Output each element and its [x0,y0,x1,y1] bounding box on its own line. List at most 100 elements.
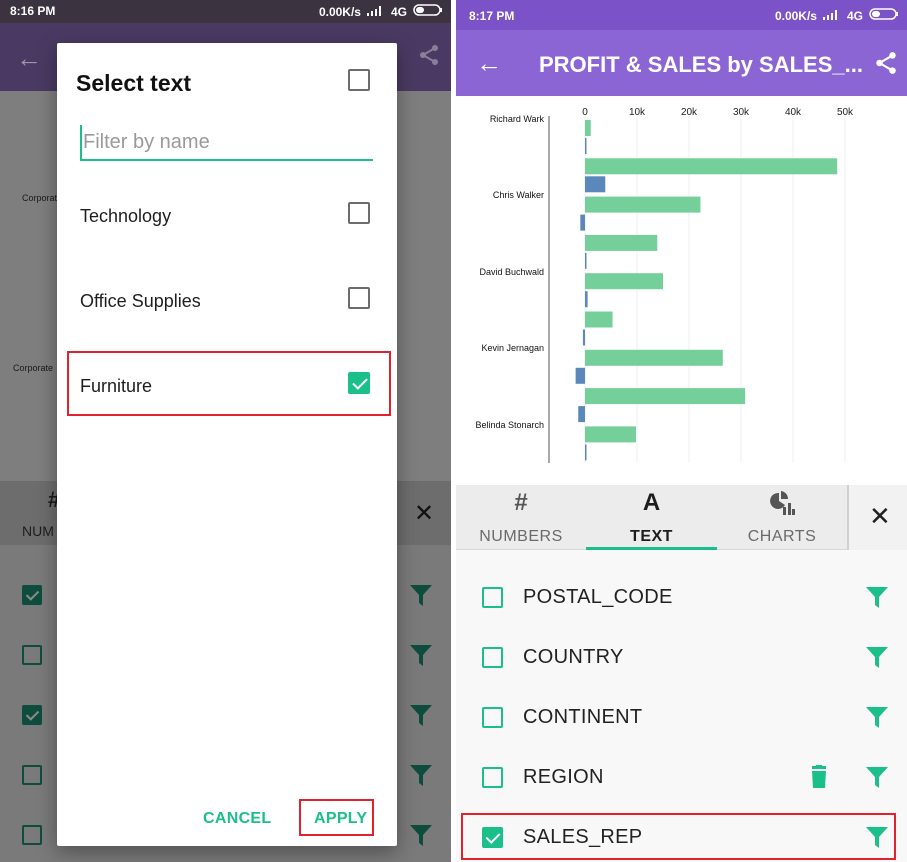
x-tick-label: 10k [629,107,646,118]
profit-bar [585,176,606,193]
sales-bar [585,158,838,175]
profit-bar [578,406,585,423]
tab-charts[interactable]: CHARTS [717,485,847,550]
field-row-postal-code[interactable]: POSTAL_CODE [456,567,907,627]
filter-funnel-icon[interactable] [865,765,889,794]
select-all-checkbox[interactable] [348,69,370,91]
apply-button[interactable]: APPLY [314,810,367,828]
option-office-supplies-checkbox[interactable] [348,287,370,309]
network-speed: 0.00K/s [774,8,817,23]
option-office-supplies-label[interactable]: Office Supplies [80,291,201,312]
battery-icon [869,8,899,23]
profit-bar [580,214,585,231]
option-furniture-label[interactable]: Furniture [80,376,152,397]
status-time: 8:16 PM [10,4,56,18]
bar-chart: 0 10k 20k 30k 40k 50k Richard Wark Chris Walker… [456,96,907,485]
tab-label: TEXT [630,528,673,545]
tab-numbers[interactable]: # NUMBERS [456,485,586,550]
status-time: 8:17 PM [469,9,515,23]
filter-funnel-icon[interactable] [409,763,433,792]
category-label: Chris Walker [493,190,544,200]
field-row-continent[interactable]: CONTINENT [456,687,907,747]
filter-funnel-icon[interactable] [409,583,433,612]
dialog-title: Select text [76,70,192,96]
filter-field[interactable] [80,125,373,161]
filter-funnel-icon[interactable] [865,585,889,614]
page-title: PROFIT & SALES by SALES_... [539,52,863,77]
sales-bar [585,349,723,366]
active-tab-indicator [586,547,717,550]
numbers-tab-icon: # [514,489,528,516]
field-checkbox[interactable] [482,707,503,728]
row-checkbox[interactable] [22,645,42,665]
tab-label: CHARTS [747,528,817,545]
sales-bar [585,234,658,251]
highlight-box [461,813,896,860]
x-tick-label: 40k [785,107,802,118]
profit-bar [585,138,587,154]
tab-numbers[interactable]: NUM [22,523,54,539]
category-label: David Buchwald [479,267,544,277]
field-checkbox[interactable] [482,767,503,788]
option-technology-label[interactable]: Technology [80,206,171,227]
field-row-region[interactable]: REGION [456,747,907,807]
sales-bar [585,196,701,213]
tab-text[interactable]: A TEXT [586,485,717,550]
field-checkbox[interactable] [482,647,503,668]
carrier-label: 4G [846,8,863,23]
option-furniture-checkbox[interactable] [348,372,370,394]
app-bar: ← PROFIT & SALES by SALES_... [456,30,907,96]
text-tab-icon: A [642,489,661,516]
close-button[interactable]: ✕ [847,485,907,550]
filter-funnel-icon[interactable] [409,643,433,672]
filter-funnel-icon[interactable] [865,645,889,674]
carrier-label: 4G [390,4,407,19]
filter-funnel-icon[interactable] [409,823,433,852]
row-checkbox[interactable] [22,585,42,605]
row-checkbox[interactable] [22,765,42,785]
sales-bar [585,426,636,443]
chart-svg: 0 10k 20k 30k 40k 50k Richard Wark Chris Walker… [475,107,854,463]
chart-label: Corporate [13,363,54,373]
left-phone-screen: 8:16 PM 0.00K/s 4G ← Corporate Corporate [0,0,451,862]
profit-bar [575,367,585,384]
filter-input[interactable] [80,125,373,159]
x-tick-label: 20k [681,107,698,118]
status-bar: 8:16 PM 0.00K/s 4G [0,0,451,23]
share-icon[interactable] [873,50,899,81]
tab-bar: # NUMBERS A TEXT CHARTS ✕ [456,485,907,550]
sales-bar [585,120,591,136]
filter-funnel-icon[interactable] [865,705,889,734]
back-arrow-icon[interactable]: ← [16,43,42,74]
field-checkbox[interactable] [482,587,503,608]
signal-icon [366,5,385,19]
category-label: Richard Wark [490,114,545,124]
field-row-country[interactable]: COUNTRY [456,627,907,687]
category-label: Belinda Stonarch [475,420,544,430]
screenshot-stage: 8:16 PM 0.00K/s 4G ← Corporate Corporate [0,0,907,862]
field-label: COUNTRY [523,646,624,668]
signal-icon [822,9,841,23]
row-checkbox[interactable] [22,825,42,845]
filter-funnel-icon[interactable] [409,703,433,732]
row-checkbox[interactable] [22,705,42,725]
category-label: Kevin Jernagan [481,343,544,353]
sales-bar [585,273,663,290]
cancel-button[interactable]: CANCEL [203,810,271,828]
sales-bar [585,388,746,405]
select-text-dialog: Select text Technology Office Supplies F… [57,43,397,846]
x-tick-label: 30k [733,107,750,118]
profit-bar [582,329,585,346]
trash-icon[interactable] [809,765,829,794]
profit-bar [585,291,588,308]
field-label: REGION [523,766,604,788]
option-technology-checkbox[interactable] [348,202,370,224]
close-icon[interactable]: ✕ [414,499,434,528]
profit-bar [585,444,587,461]
back-arrow-icon[interactable]: ← [476,48,502,79]
charts-icon [717,489,847,523]
share-icon[interactable] [417,43,441,72]
x-tick-label: 50k [837,107,854,118]
right-phone-screen: 8:17 PM 0.00K/s 4G ← PROFIT & SALES by S… [456,0,907,862]
battery-icon [413,4,443,19]
